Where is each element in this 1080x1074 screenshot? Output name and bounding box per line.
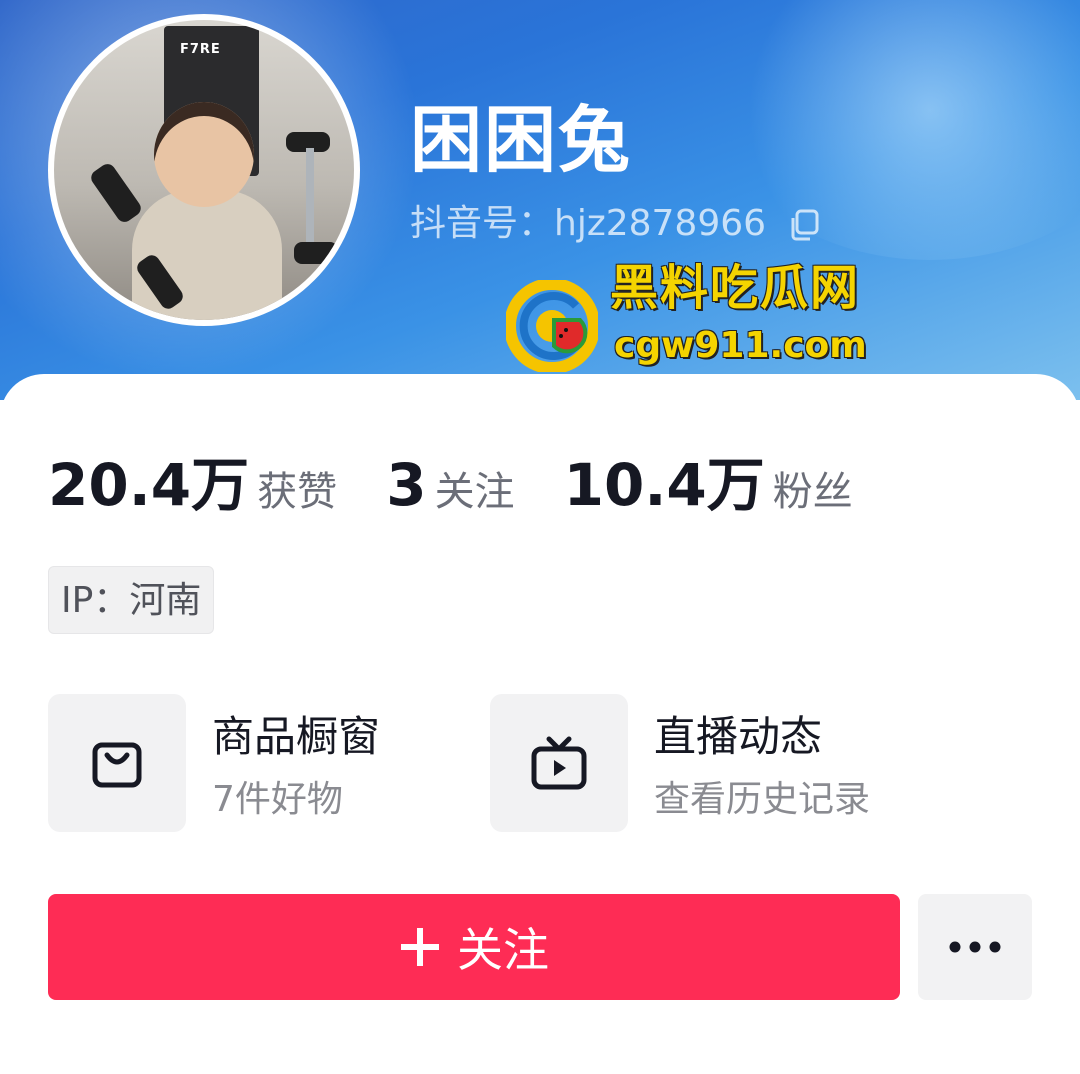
tv-play-icon [531, 736, 587, 790]
shop-window-subtitle: 7件好物 [212, 779, 343, 820]
live-history-title: 直播动态 [654, 712, 823, 761]
watermark-url: cgw911.com [614, 325, 867, 366]
avatar-machine-label: F7RE [180, 42, 221, 57]
watermark-title: 黑料吃瓜网 [610, 260, 861, 316]
stat-following[interactable]: 3 关注 [386, 451, 514, 519]
avatar-child-head [154, 102, 254, 207]
avatar-photo: F7RE [54, 20, 354, 320]
live-history-subtitle: 查看历史记录 [654, 779, 871, 820]
more-options-button[interactable] [918, 894, 1032, 1000]
copy-icon[interactable] [788, 208, 822, 242]
shop-window-title: 商品橱窗 [212, 712, 381, 761]
stats-row: 20.4万 获赞 3 关注 10.4万 粉丝 [48, 438, 897, 519]
shopping-bag-icon [92, 742, 142, 788]
nickname: 困困兔 [410, 98, 633, 182]
shop-window-icon-box [48, 694, 186, 832]
follow-button-label: 关注 [457, 924, 549, 976]
stat-followers[interactable]: 10.4万 粉丝 [564, 438, 853, 522]
douyin-id-text: 抖音号：hjz2878966 [410, 203, 767, 244]
follow-button[interactable]: 关注 [48, 894, 900, 1000]
avatar-dumbbell-left-top [88, 160, 144, 226]
avatar-dumbbell-bottom [294, 242, 338, 264]
plus-icon [401, 928, 439, 966]
avatar[interactable]: F7RE [48, 14, 360, 326]
watermark: 黑料吃瓜网 cgw911.com [506, 260, 867, 374]
stat-likes[interactable]: 20.4万 获赞 [48, 438, 337, 522]
stat-likes-value: 20.4万 [48, 451, 250, 519]
stat-followers-label: 粉丝 [772, 469, 853, 515]
stat-likes-label: 获赞 [257, 469, 338, 515]
stat-following-value: 3 [386, 451, 427, 519]
stat-following-label: 关注 [434, 469, 515, 515]
live-history-icon-box [490, 694, 628, 832]
douyin-id-row[interactable]: 抖音号：hjz2878966 [410, 206, 822, 242]
watermark-logo-icon [506, 280, 598, 372]
more-dots-icon [949, 941, 1001, 953]
stat-followers-value: 10.4万 [563, 451, 765, 519]
ip-location-tag: IP：河南 [48, 566, 215, 634]
avatar-dumbbell-bar [306, 148, 314, 244]
